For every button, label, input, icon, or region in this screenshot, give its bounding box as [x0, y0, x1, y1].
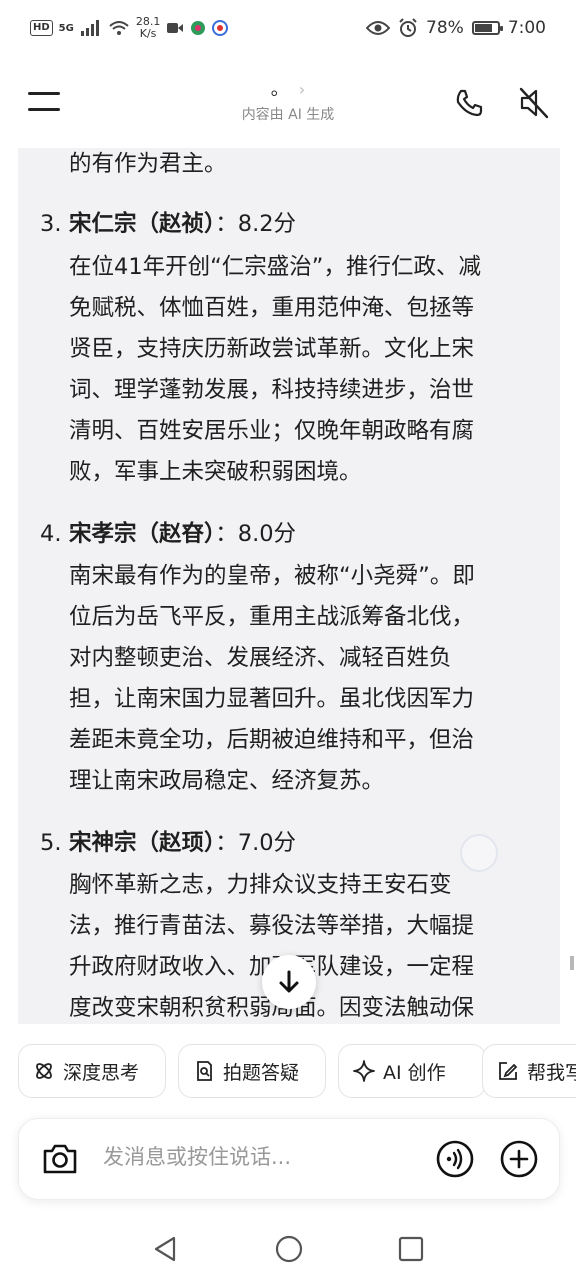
line-text: 败，军事上未突破积弱困境。	[69, 459, 362, 485]
nav-back-icon[interactable]	[150, 1234, 180, 1264]
message-line: 免赋税、体恤百姓，重用范仲淹、包拯等	[69, 294, 474, 322]
quick-action-chips: 深度思考 拍题答疑 AI 创作 帮我写	[18, 1044, 576, 1100]
list-number: 3.	[40, 211, 62, 237]
nav-home-icon[interactable]	[274, 1234, 304, 1264]
network-speed: 28.1 K/s	[136, 16, 161, 40]
line-text: 理让南宋政局稳定、经济复苏。	[69, 768, 385, 794]
arrow-down-icon	[279, 970, 299, 993]
emperor-name: 宋孝宗（赵昚）	[69, 521, 216, 547]
plus-icon[interactable]	[499, 1139, 539, 1179]
line-text: 南宋最有作为的皇帝，被称“小尧舜”。即	[69, 563, 475, 589]
alarm-icon	[399, 18, 417, 37]
message-line: 败，军事上未突破积弱困境。	[69, 458, 362, 486]
chip-photo-question[interactable]: 拍题答疑	[178, 1044, 326, 1098]
hd-badge: HD	[30, 20, 53, 36]
floating-circle	[460, 834, 498, 872]
line-text: 差距未竟全功，后期被迫维持和平，但治	[69, 727, 475, 753]
eye-icon	[366, 21, 391, 35]
line-text: 担，让南宋国力显著回升。虽北伐因军力	[69, 686, 475, 712]
emperor-heading: 宋神宗（赵顼）：7.0分	[69, 829, 296, 857]
document-search-icon	[197, 1061, 212, 1081]
line-text: 法，推行青苗法、募役法等举措，大幅提	[69, 913, 475, 939]
video-icon	[167, 23, 184, 33]
message-line: 南宋最有作为的皇帝，被称“小尧舜”。即	[69, 562, 475, 590]
clock: 7:00	[507, 18, 546, 38]
header-title-block[interactable]: 。 › 内容由 AI 生成	[0, 78, 576, 124]
message-line: 差距未竟全功，后期被迫维持和平，但治	[69, 726, 474, 754]
wifi-icon	[109, 21, 129, 35]
system-nav-bar	[0, 1218, 576, 1280]
emperor-name: 宋神宗（赵顼）	[69, 830, 216, 856]
chip-deep-think[interactable]: 深度思考	[18, 1044, 166, 1098]
score-text: ：7.0分	[215, 830, 297, 856]
sparkle-icon	[353, 1060, 375, 1082]
message-line: 贤臣，支持庆历新政尝试革新。文化上宋	[69, 335, 474, 363]
message-line: 在位41年开创“仁宗盛治”，推行仁政、减	[69, 253, 481, 281]
status-left: HD 5G 28.1 K/s	[30, 16, 229, 40]
status-bar: HD 5G 28.1 K/s 78% 7:00	[0, 0, 576, 60]
line-text: 清明、百姓安居乐业；仅晚年朝政略有腐	[69, 418, 475, 444]
message-line: 胸怀革新之志，力排众议支持王安石变	[69, 871, 452, 899]
chat-title[interactable]: 。 ›	[0, 78, 576, 102]
chip-label: 深度思考	[63, 1061, 140, 1084]
chevron-right-icon: ›	[298, 80, 306, 99]
speaker-mute-icon[interactable]	[518, 86, 550, 120]
line-text: 对内整顿吏治、发展经济、减轻百姓负	[69, 645, 452, 671]
message-input-bar	[18, 1118, 560, 1200]
battery-percent: 78%	[426, 18, 464, 38]
ai-message-card: 的有作为君主。 3. 宋仁宗（赵祯）：8.2分在位41年开创“仁宗盛治”，推行仁政、…	[18, 148, 560, 1024]
atom-icon	[36, 1063, 52, 1079]
ai-disclaimer: 内容由 AI 生成	[241, 107, 335, 123]
app-notification-icon-2	[212, 20, 229, 36]
app-header: 。 › 内容由 AI 生成	[0, 68, 576, 138]
message-line: 法，推行青苗法、募役法等举措，大幅提	[69, 912, 474, 940]
score-text: ：8.0分	[215, 521, 297, 547]
chat-title-text: 。	[270, 79, 289, 100]
message-line: 对内整顿吏治、发展经济、减轻百姓负	[69, 644, 452, 672]
line-text: 在位41年开创“仁宗盛治”，推行仁政、减	[69, 254, 481, 280]
line-text: 位后为岳飞平反，重用主战派筹备北伐，	[69, 604, 475, 630]
line-text: 词、理学蓬勃发展，科技持续进步，治世	[69, 377, 475, 403]
message-line: 清明、百姓安居乐业；仅晚年朝政略有腐	[69, 417, 474, 445]
chip-label: AI 创作	[383, 1061, 446, 1084]
status-right: 78% 7:00	[366, 18, 546, 38]
battery-level	[474, 24, 492, 32]
scroll-edge-handle[interactable]	[570, 956, 574, 970]
score-text: ：8.2分	[215, 211, 297, 237]
list-number: 4.	[40, 521, 62, 547]
scroll-to-bottom-button[interactable]	[262, 955, 316, 1009]
network-label: 5G	[58, 22, 74, 34]
edit-icon	[499, 1062, 518, 1080]
camera-icon[interactable]	[41, 1141, 79, 1177]
message-line: 位后为岳飞平反，重用主战派筹备北伐，	[69, 603, 474, 631]
message-line: 理让南宋政局稳定、经济复苏。	[69, 767, 384, 795]
chip-label: 拍题答疑	[223, 1061, 300, 1084]
chip-help-write[interactable]: 帮我写	[482, 1044, 576, 1098]
emperor-name: 宋仁宗（赵祯）	[69, 211, 216, 237]
nav-recent-apps-icon[interactable]	[398, 1236, 424, 1262]
message-line: 担，让南宋国力显著回升。虽北伐因军力	[69, 685, 474, 713]
line-text: 贤臣，支持庆历新政尝试革新。文化上宋	[69, 336, 475, 362]
chip-label: 帮我写	[527, 1061, 576, 1084]
message-line: 的有作为君主。	[69, 150, 227, 178]
battery-icon	[471, 21, 503, 35]
speed-unit: K/s	[139, 27, 157, 40]
emperor-heading: 宋孝宗（赵昚）：8.0分	[69, 520, 296, 548]
message-line: 词、理学蓬勃发展，科技持续进步，治世	[69, 376, 474, 404]
phone-call-icon[interactable]	[454, 88, 484, 118]
emperor-heading: 宋仁宗（赵祯）：8.2分	[69, 210, 296, 238]
message-input[interactable]	[103, 1145, 403, 1169]
list-number: 5.	[40, 830, 62, 856]
line-text: 免赋税、体恤百姓，重用范仲淹、包拯等	[69, 295, 475, 321]
line-text: 胸怀革新之志，力排众议支持王安石变	[69, 872, 452, 898]
signal-icon	[80, 20, 99, 36]
app-notification-icon	[191, 21, 206, 35]
chip-ai-create[interactable]: AI 创作	[338, 1044, 486, 1098]
voice-input-icon[interactable]	[435, 1139, 475, 1179]
line-text: 的有作为君主。	[69, 151, 227, 177]
